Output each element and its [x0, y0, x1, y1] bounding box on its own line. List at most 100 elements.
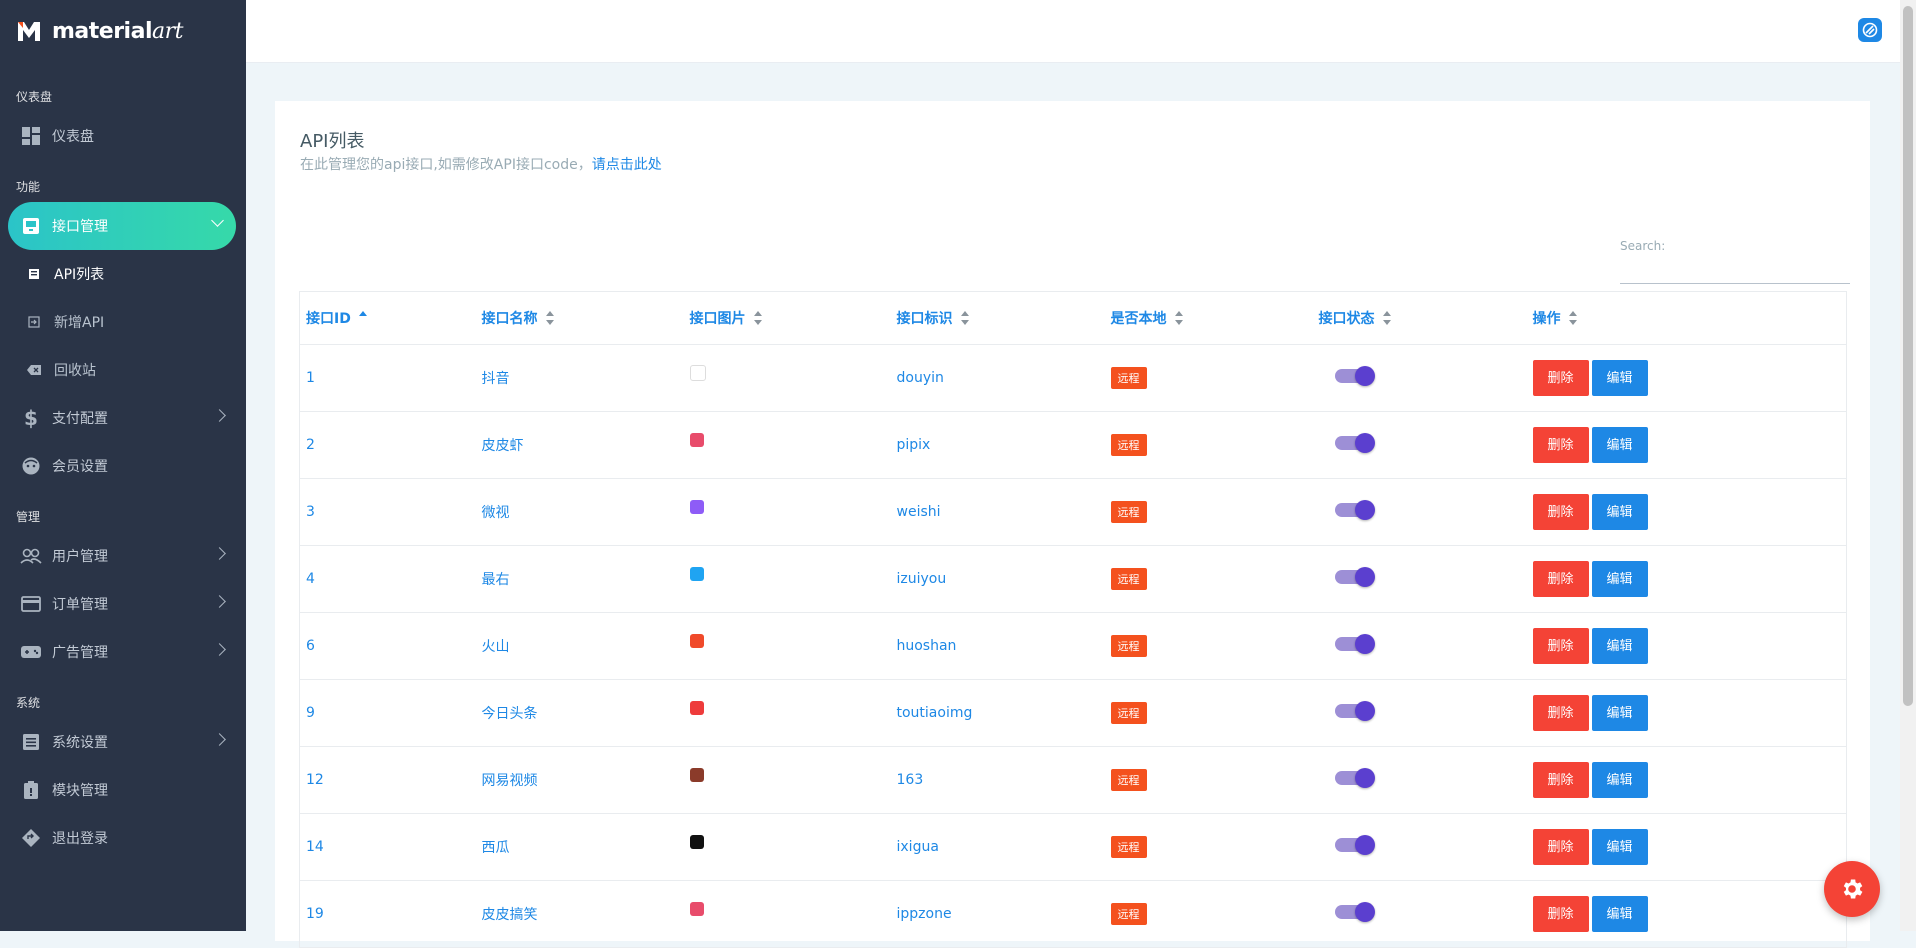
- page-scrollbar[interactable]: [1900, 0, 1916, 931]
- sidebar-item-label: 支付配置: [52, 411, 108, 427]
- status-badge: 远程: [1110, 434, 1147, 456]
- cell-actions: 删除 编辑: [1526, 612, 1847, 680]
- status-toggle[interactable]: [1334, 634, 1375, 654]
- status-toggle[interactable]: [1334, 500, 1375, 520]
- logo[interactable]: materialart: [0, 0, 246, 62]
- cell-actions: 删除 编辑: [1526, 344, 1847, 412]
- nav-caption-features: 功能: [16, 180, 41, 194]
- status-badge: 远程: [1110, 367, 1147, 389]
- cell-local: 远程: [1104, 746, 1313, 814]
- sort-icon: [545, 311, 554, 325]
- sidebar-item-user-management[interactable]: 用户管理: [0, 532, 246, 580]
- cell-code: pipix: [890, 411, 1105, 479]
- sidebar-subitem-label: 回收站: [54, 363, 96, 379]
- delete-button[interactable]: 删除: [1532, 628, 1589, 664]
- edit-button[interactable]: 编辑: [1591, 628, 1648, 664]
- sidebar-subitem-add-api[interactable]: 新增API: [0, 298, 246, 346]
- edit-button[interactable]: 编辑: [1591, 829, 1648, 865]
- sidebar-item-ad-management[interactable]: 广告管理: [0, 628, 246, 676]
- cell-image: [683, 545, 891, 613]
- edit-code-link[interactable]: 请点击此处: [592, 157, 662, 173]
- login-icon: [26, 314, 42, 330]
- cell-name: 最右: [475, 545, 684, 613]
- card-icon: [20, 593, 42, 615]
- sidebar-item-logout[interactable]: 退出登录: [0, 814, 246, 862]
- cell-image: [683, 813, 891, 881]
- edit-button[interactable]: 编辑: [1591, 561, 1648, 597]
- header-local[interactable]: 是否本地: [1104, 291, 1313, 345]
- status-toggle[interactable]: [1334, 366, 1375, 386]
- status-toggle[interactable]: [1334, 433, 1375, 453]
- edit-button[interactable]: 编辑: [1591, 427, 1648, 463]
- status-toggle[interactable]: [1334, 768, 1375, 788]
- toggle-knob: [1354, 768, 1375, 788]
- delete-button[interactable]: 删除: [1532, 494, 1589, 530]
- cell-local: 远程: [1104, 880, 1313, 948]
- edit-button[interactable]: 编辑: [1591, 695, 1648, 731]
- face-icon: [20, 455, 42, 477]
- status-toggle[interactable]: [1334, 567, 1375, 587]
- cell-code: toutiaoimg: [890, 679, 1105, 747]
- edit-button[interactable]: 编辑: [1591, 494, 1648, 530]
- search-input[interactable]: [1620, 253, 1850, 284]
- status-toggle[interactable]: [1334, 902, 1375, 922]
- delete-button[interactable]: 删除: [1532, 695, 1589, 731]
- cell-status: [1312, 545, 1527, 613]
- header-status[interactable]: 接口状态: [1312, 291, 1527, 345]
- status-toggle[interactable]: [1334, 701, 1375, 721]
- delete-button[interactable]: 删除: [1532, 427, 1589, 463]
- header-name[interactable]: 接口名称: [475, 291, 684, 345]
- scrollbar-thumb[interactable]: [1903, 6, 1913, 706]
- header-actions[interactable]: 操作: [1526, 291, 1847, 345]
- table-row: 19 皮皮搞笑 ippzone 远程 删除 编辑: [299, 880, 1847, 948]
- sidebar-subitem-label: 新增API: [54, 315, 105, 331]
- gear-icon: [1843, 879, 1863, 899]
- sidebar-item-api-management[interactable]: 接口管理: [8, 202, 236, 250]
- sidebar-item-member-settings[interactable]: 会员设置: [0, 442, 246, 490]
- nav-caption-management: 管理: [16, 510, 41, 524]
- delete-button[interactable]: 删除: [1532, 762, 1589, 798]
- backspace-icon: [26, 362, 42, 378]
- sort-icon: [1174, 311, 1183, 325]
- chevron-right-icon: [213, 643, 226, 656]
- dashboard-icon: [20, 125, 42, 147]
- toggle-knob: [1354, 366, 1375, 386]
- header-code[interactable]: 接口标识: [890, 291, 1105, 345]
- delete-button[interactable]: 删除: [1532, 360, 1589, 396]
- cell-local: 远程: [1104, 545, 1313, 613]
- user-avatar-icon[interactable]: [1858, 18, 1882, 42]
- toggle-knob: [1354, 835, 1375, 855]
- chevron-right-icon: [213, 409, 226, 422]
- sidebar-item-module-management[interactable]: 模块管理: [0, 766, 246, 814]
- cell-local: 远程: [1104, 679, 1313, 747]
- edit-button[interactable]: 编辑: [1591, 360, 1648, 396]
- delete-button[interactable]: 删除: [1532, 561, 1589, 597]
- logout-icon: [20, 827, 42, 849]
- status-toggle[interactable]: [1334, 835, 1375, 855]
- edit-button[interactable]: 编辑: [1591, 762, 1648, 798]
- delete-button[interactable]: 删除: [1532, 896, 1589, 932]
- gamepad-icon: [20, 641, 42, 663]
- cell-id: 12: [299, 746, 476, 814]
- chevron-right-icon: [213, 733, 226, 746]
- list-icon: [26, 266, 42, 282]
- sort-icon: [960, 311, 969, 325]
- header-image[interactable]: 接口图片: [683, 291, 891, 345]
- settings-fab[interactable]: [1824, 861, 1880, 917]
- sidebar-subitem-api-list[interactable]: API列表: [0, 250, 246, 298]
- edit-button[interactable]: 编辑: [1591, 896, 1648, 932]
- sidebar-item-order-management[interactable]: 订单管理: [0, 580, 246, 628]
- sidebar-subitem-recycle-bin[interactable]: 回收站: [0, 346, 246, 394]
- header-id[interactable]: 接口ID: [299, 291, 476, 345]
- status-badge: 远程: [1110, 501, 1147, 523]
- sidebar-item-payment-config[interactable]: $ 支付配置: [0, 394, 246, 442]
- sidebar-item-label: 仪表盘: [52, 129, 94, 145]
- cell-status: [1312, 880, 1527, 948]
- api-thumbnail-icon: [689, 365, 706, 381]
- sidebar-item-dashboard[interactable]: 仪表盘: [0, 112, 246, 160]
- cell-name: 火山: [475, 612, 684, 680]
- sidebar-item-system-settings[interactable]: 系统设置: [0, 718, 246, 766]
- cell-code: huoshan: [890, 612, 1105, 680]
- table-row: 6 火山 huoshan 远程 删除 编辑: [299, 612, 1847, 680]
- delete-button[interactable]: 删除: [1532, 829, 1589, 865]
